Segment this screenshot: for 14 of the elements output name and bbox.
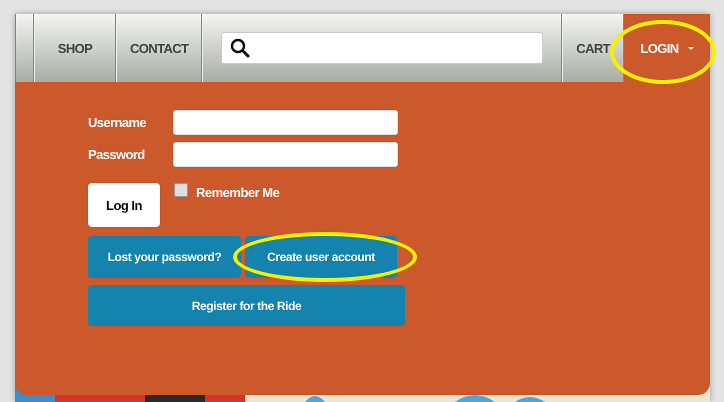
- caret-icon: [688, 46, 694, 50]
- search-field[interactable]: [221, 32, 544, 64]
- checkbox-label: Remember Me: [196, 185, 280, 200]
- search-icon: [230, 38, 250, 58]
- input-field[interactable]: [173, 110, 398, 135]
- login-menu[interactable]: LOGIN: [624, 14, 710, 82]
- link-button[interactable]: Create user account: [245, 236, 397, 278]
- input-field[interactable]: [173, 142, 398, 167]
- log-in-button[interactable]: Log In: [88, 183, 160, 227]
- register-button[interactable]: Register for the Ride: [88, 285, 405, 326]
- field-label: Password: [88, 147, 146, 162]
- field-label: Username: [88, 115, 148, 130]
- link-button[interactable]: Lost your password?: [88, 236, 241, 278]
- checkbox[interactable]: [174, 183, 188, 197]
